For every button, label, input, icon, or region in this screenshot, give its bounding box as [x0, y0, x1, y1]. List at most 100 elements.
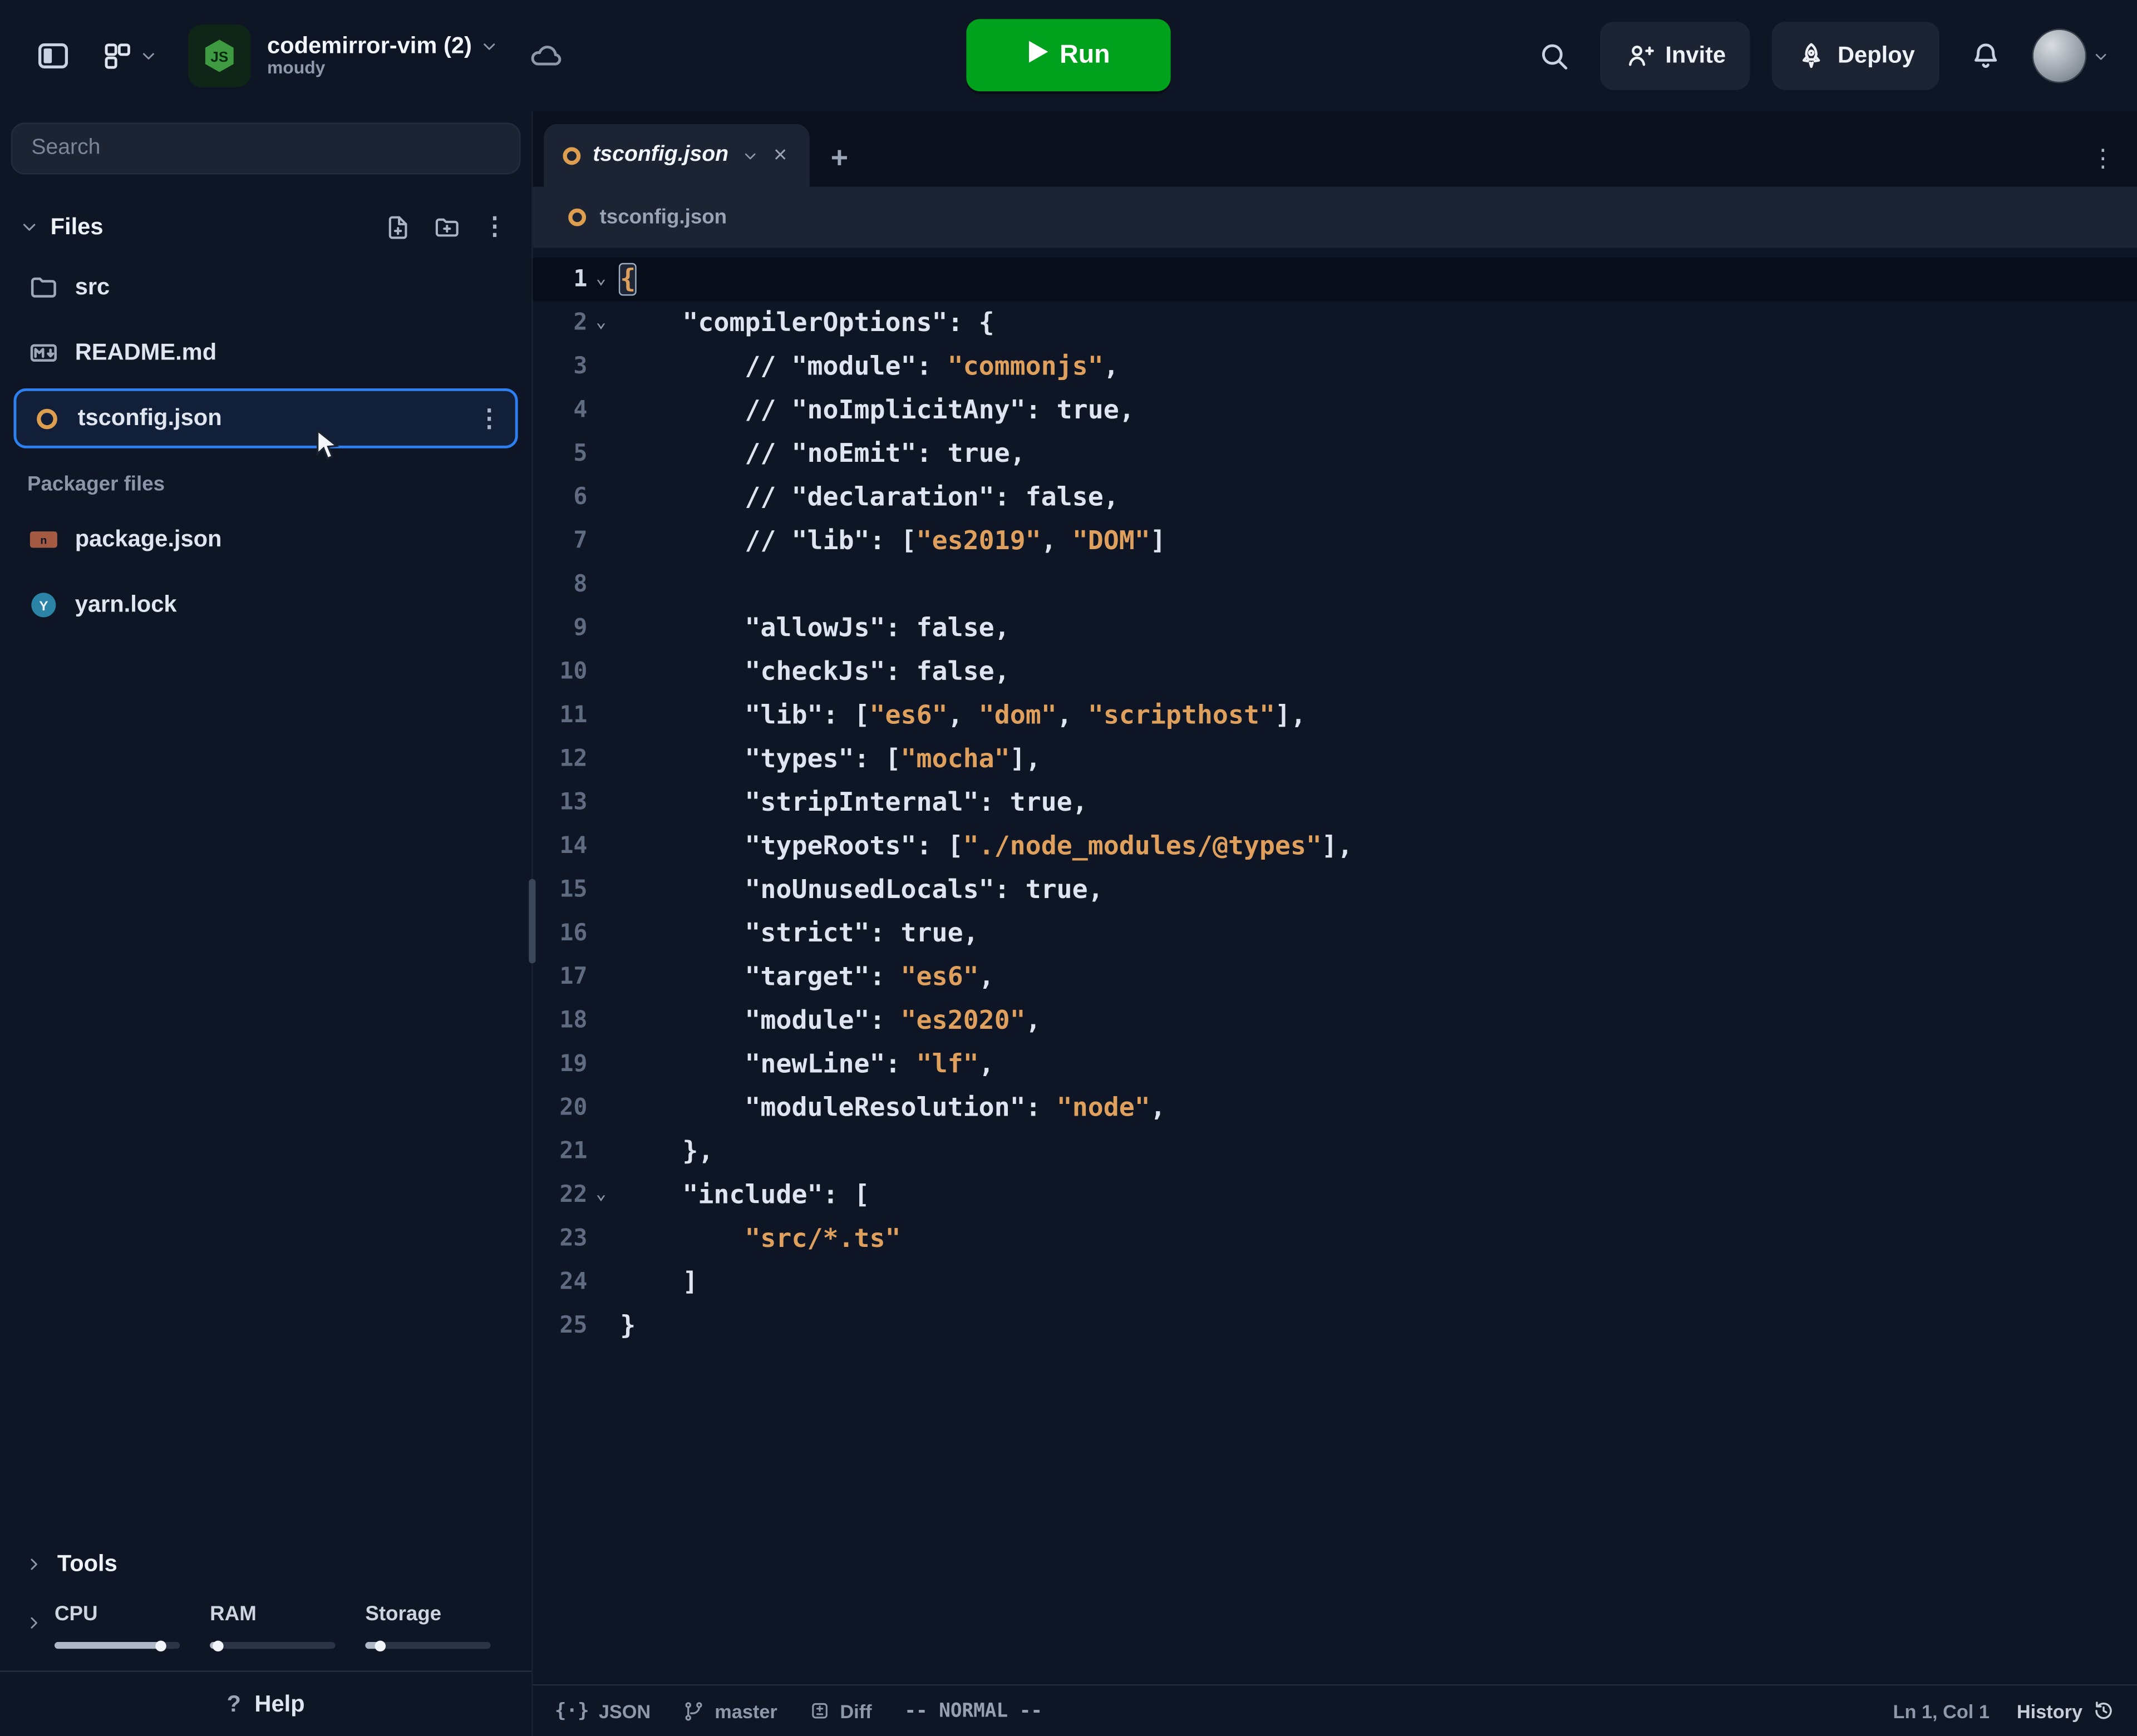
code-line-24[interactable]: 24 ]: [533, 1260, 2137, 1304]
code-text: "moduleResolution": "node",: [614, 1086, 1165, 1130]
project-name: codemirror-vim (2): [267, 32, 472, 59]
code-line-13[interactable]: 13 "stripInternal": true,: [533, 781, 2137, 824]
run-button[interactable]: Run: [966, 19, 1170, 91]
storage-bar: [365, 1642, 490, 1649]
code-line-11[interactable]: 11 "lib": ["es6", "dom", "scripthost"],: [533, 694, 2137, 737]
code-text: "module": "es2020",: [614, 999, 1041, 1042]
code-line-20[interactable]: 20 "moduleResolution": "node",: [533, 1086, 2137, 1130]
code-line-21[interactable]: 21 },: [533, 1130, 2137, 1173]
code-text: ]: [614, 1260, 698, 1304]
cursor-position[interactable]: Ln 1, Col 1: [1893, 1700, 1990, 1722]
line-number: 6: [533, 476, 588, 519]
code-line-22[interactable]: 22⌄ "include": [: [533, 1173, 2137, 1217]
code-line-4[interactable]: 4 // "noImplicitAny": true,: [533, 388, 2137, 432]
code-line-5[interactable]: 5 // "noEmit": true,: [533, 432, 2137, 475]
rocket-icon: [1797, 41, 1827, 71]
cpu-meter[interactable]: CPU: [55, 1602, 180, 1649]
line-number: 3: [533, 345, 588, 388]
file-sidebar: Search Files ⋮: [0, 112, 531, 1736]
files-header-label: Files: [51, 213, 104, 240]
file-row-tsconfig[interactable]: tsconfig.json ⋮: [13, 388, 518, 448]
deploy-button[interactable]: Deploy: [1772, 22, 1939, 90]
new-folder-button[interactable]: [428, 210, 466, 243]
topbar-center: Run: [966, 19, 1170, 91]
code-line-1[interactable]: 1⌄{: [533, 258, 2137, 301]
code-line-19[interactable]: 19 "newLine": "lf",: [533, 1042, 2137, 1086]
search-input[interactable]: Search: [11, 122, 521, 174]
project-chip[interactable]: JS codemirror-vim (2) moudy: [188, 24, 562, 87]
close-tab-button[interactable]: ×: [771, 142, 790, 169]
help-button[interactable]: ? Help: [0, 1670, 531, 1736]
chevron-down-icon[interactable]: [741, 146, 759, 164]
fold-chevron-icon[interactable]: ⌄: [588, 258, 615, 301]
file-row-src[interactable]: src: [13, 258, 518, 318]
diff-indicator[interactable]: Diff: [810, 1700, 872, 1722]
cpu-label: CPU: [55, 1602, 180, 1626]
git-branch-indicator[interactable]: master: [683, 1700, 777, 1722]
chevron-right-icon[interactable]: [24, 1614, 43, 1633]
code-line-10[interactable]: 10 "checkJs": false,: [533, 650, 2137, 693]
code-line-6[interactable]: 6 // "declaration": false,: [533, 476, 2137, 519]
breadcrumb[interactable]: tsconfig.json: [533, 187, 2137, 248]
code-line-17[interactable]: 17 "target": "es6",: [533, 955, 2137, 999]
fold-gutter: [588, 563, 615, 606]
ram-bar: [210, 1642, 335, 1649]
diff-icon: [810, 1700, 831, 1721]
storage-meter[interactable]: Storage: [365, 1602, 490, 1649]
new-file-icon: [385, 213, 412, 240]
fold-gutter: [588, 476, 615, 519]
code-line-23[interactable]: 23 "src/*.ts": [533, 1217, 2137, 1260]
history-clock-icon: [2092, 1699, 2115, 1723]
line-number: 22: [533, 1173, 588, 1217]
code-line-12[interactable]: 12 "types": ["mocha"],: [533, 737, 2137, 781]
fold-gutter: [588, 432, 615, 475]
language-indicator[interactable]: {·} JSON: [555, 1700, 651, 1722]
fold-chevron-icon[interactable]: ⌄: [588, 1173, 615, 1217]
code-line-25[interactable]: 25}: [533, 1304, 2137, 1348]
account-menu[interactable]: [2032, 28, 2110, 83]
code-line-8[interactable]: 8: [533, 563, 2137, 606]
sidebar-toggle-button[interactable]: [27, 30, 79, 82]
tools-section-header[interactable]: Tools: [11, 1537, 521, 1591]
code-line-15[interactable]: 15 "noUnusedLocals": true,: [533, 868, 2137, 911]
code-line-2[interactable]: 2⌄ "compilerOptions": {: [533, 301, 2137, 344]
code-line-16[interactable]: 16 "strict": true,: [533, 911, 2137, 955]
files-menu-button[interactable]: ⋮: [477, 210, 513, 244]
chevron-down-icon: [139, 46, 158, 65]
invite-button[interactable]: Invite: [1600, 22, 1750, 90]
file-row-package-json[interactable]: n package.json: [13, 510, 518, 570]
file-row-yarn-lock[interactable]: Y yarn.lock: [13, 575, 518, 635]
code-editor[interactable]: 1⌄{2⌄ "compilerOptions": {3 // "module":…: [533, 248, 2137, 1684]
code-line-18[interactable]: 18 "module": "es2020",: [533, 999, 2137, 1042]
fold-gutter: [588, 1304, 615, 1348]
history-label: History: [2017, 1700, 2082, 1722]
play-icon: [1027, 39, 1048, 72]
search-button[interactable]: [1529, 31, 1578, 80]
vim-mode-indicator: -- NORMAL --: [904, 1700, 1042, 1722]
resource-meters: CPU RAM Storage: [11, 1591, 521, 1657]
new-tab-button[interactable]: +: [831, 140, 848, 176]
ram-meter[interactable]: RAM: [210, 1602, 335, 1649]
panel-resize-handle[interactable]: [529, 879, 535, 964]
editor-options-button[interactable]: ⋮: [2091, 145, 2115, 173]
folder-icon: [27, 273, 60, 303]
code-line-14[interactable]: 14 "typeRoots": ["./node_modules/@types"…: [533, 825, 2137, 868]
chevron-down-icon[interactable]: [19, 216, 40, 237]
tab-title: tsconfig.json: [593, 143, 728, 167]
code-line-3[interactable]: 3 // "module": "commonjs",: [533, 345, 2137, 388]
notifications-button[interactable]: [1961, 31, 2010, 80]
chevron-down-icon[interactable]: [480, 36, 499, 55]
file-menu-button[interactable]: ⋮: [477, 404, 501, 432]
history-button[interactable]: History: [2017, 1699, 2115, 1723]
fold-chevron-icon[interactable]: ⌄: [588, 301, 615, 344]
cpu-bar: [55, 1642, 180, 1649]
status-bar: {·} JSON master Diff -- NORMAL --: [533, 1684, 2137, 1736]
workspace-switcher-button[interactable]: [101, 40, 158, 72]
code-line-7[interactable]: 7 // "lib": ["es2019", "DOM"]: [533, 519, 2137, 563]
file-row-readme[interactable]: README.md: [13, 323, 518, 383]
new-file-button[interactable]: [379, 210, 417, 243]
code-line-9[interactable]: 9 "allowJs": false,: [533, 606, 2137, 650]
fold-gutter: [588, 606, 615, 650]
tab-tsconfig[interactable]: tsconfig.json ×: [544, 124, 809, 187]
file-name: tsconfig.json: [78, 405, 222, 432]
